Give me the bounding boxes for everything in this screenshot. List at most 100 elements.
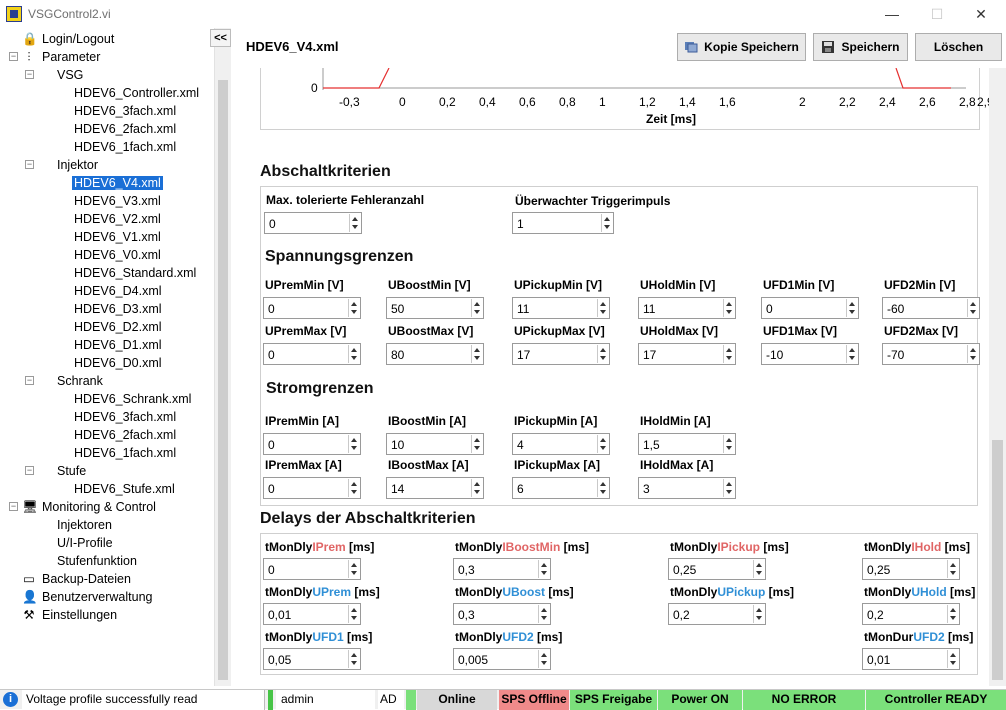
spannung-min-3-input[interactable]: 11 xyxy=(638,297,736,319)
tree-item[interactable]: HDEV6_Schrank.xml xyxy=(72,390,193,408)
strom-min-2-input[interactable]: 4 xyxy=(512,433,610,455)
tree-item[interactable]: HDEV6_V3.xml xyxy=(72,192,163,210)
tree-item[interactable]: HDEV6_D2.xml xyxy=(72,318,164,336)
spannung-min-1-spinner[interactable] xyxy=(471,299,482,317)
tree-item[interactable]: VSG xyxy=(55,66,85,84)
spannung-min-4-spinner[interactable] xyxy=(846,299,857,317)
tree-scrollbar[interactable] xyxy=(214,28,231,686)
tree-item[interactable]: 👤 Benutzerverwaltung xyxy=(22,588,154,606)
spannung-min-3-spinner[interactable] xyxy=(723,299,734,317)
tree-item[interactable]: HDEV6_V2.xml xyxy=(72,210,163,228)
tree-item[interactable]: HDEV6_2fach.xml xyxy=(72,426,178,444)
tree-item[interactable]: HDEV6_1fach.xml xyxy=(72,138,178,156)
spannung-max-0-input[interactable]: 0 xyxy=(263,343,361,365)
strom-max-0-spinner[interactable] xyxy=(348,479,359,497)
copy-save-button[interactable]: Kopie Speichern xyxy=(677,33,806,61)
tree-item[interactable]: HDEV6_D0.xml xyxy=(72,354,164,372)
tree-item[interactable]: HDEV6_Standard.xml xyxy=(72,264,198,282)
tree-collapse-icon[interactable]: − xyxy=(9,502,18,511)
delay-row1-3-input[interactable]: 0,25 xyxy=(862,558,960,580)
tree-collapse-icon[interactable]: − xyxy=(9,52,18,61)
delay-spinner[interactable] xyxy=(947,605,958,623)
delay-row1-1-input[interactable]: 0,3 xyxy=(453,558,551,580)
close-button[interactable]: ✕ xyxy=(968,4,994,24)
strom-min-3-spinner[interactable] xyxy=(723,435,734,453)
tree-item[interactable]: HDEV6_3fach.xml xyxy=(72,102,178,120)
strom-min-0-spinner[interactable] xyxy=(348,435,359,453)
content-scrollbar-thumb[interactable] xyxy=(992,440,1003,680)
strom-min-1-input[interactable]: 10 xyxy=(386,433,484,455)
tree-item[interactable]: Injektor xyxy=(55,156,100,174)
delay-row2-0-input[interactable]: 0,01 xyxy=(263,603,361,625)
delay-row1-2-input[interactable]: 0,25 xyxy=(668,558,766,580)
tree-item[interactable]: HDEV6_Controller.xml xyxy=(72,84,201,102)
save-button[interactable]: Speichern xyxy=(813,33,908,61)
spannung-min-1-input[interactable]: 50 xyxy=(386,297,484,319)
trigger-spinner[interactable] xyxy=(601,214,612,232)
spannung-max-4-input[interactable]: -10 xyxy=(761,343,859,365)
strom-max-1-input[interactable]: 14 xyxy=(386,477,484,499)
delay-spinner[interactable] xyxy=(947,560,958,578)
strom-max-1-spinner[interactable] xyxy=(471,479,482,497)
delay-row2-2-input[interactable]: 0,2 xyxy=(668,603,766,625)
tree-collapse-icon[interactable]: − xyxy=(25,466,34,475)
strom-min-1-spinner[interactable] xyxy=(471,435,482,453)
tree-scrollbar-thumb[interactable] xyxy=(218,80,228,680)
tree-collapse-icon[interactable]: − xyxy=(25,70,34,79)
delay-spinner[interactable] xyxy=(753,605,764,623)
strom-min-0-input[interactable]: 0 xyxy=(263,433,361,455)
tree-item[interactable]: HDEV6_Stufe.xml xyxy=(72,480,177,498)
spannung-max-3-spinner[interactable] xyxy=(723,345,734,363)
maximize-button[interactable]: ☐ xyxy=(924,4,950,24)
spannung-min-0-spinner[interactable] xyxy=(348,299,359,317)
tree-item[interactable]: HDEV6_D4.xml xyxy=(72,282,164,300)
spannung-min-2-spinner[interactable] xyxy=(597,299,608,317)
navigation-tree[interactable]: 🔒 Login/Logout ⫶ Parameter − VSG − HDEV6_Contro… xyxy=(0,28,214,686)
tree-item[interactable]: HDEV6_V1.xml xyxy=(72,228,163,246)
tree-item[interactable]: ⫶ Parameter xyxy=(22,48,102,66)
delay-spinner[interactable] xyxy=(348,560,359,578)
delay-spinner[interactable] xyxy=(538,560,549,578)
tree-item[interactable]: Stufenfunktion xyxy=(55,552,139,570)
delay-row1-0-input[interactable]: 0 xyxy=(263,558,361,580)
content-scrollbar[interactable] xyxy=(989,68,1006,686)
tree-item[interactable]: HDEV6_D1.xml xyxy=(72,336,164,354)
tree-item[interactable]: Schrank xyxy=(55,372,105,390)
tree-item[interactable]: 🖥 Monitoring & Control xyxy=(22,498,158,516)
tree-collapse-icon[interactable]: − xyxy=(25,160,34,169)
spannung-max-5-input[interactable]: -70 xyxy=(882,343,980,365)
spannung-min-4-input[interactable]: 0 xyxy=(761,297,859,319)
tree-item[interactable]: HDEV6_2fach.xml xyxy=(72,120,178,138)
delay-row3-1-input[interactable]: 0,005 xyxy=(453,648,551,670)
delay-row2-1-input[interactable]: 0,3 xyxy=(453,603,551,625)
strom-min-3-input[interactable]: 1,5 xyxy=(638,433,736,455)
tree-item[interactable]: ⚒ Einstellungen xyxy=(22,606,119,624)
delay-spinner[interactable] xyxy=(348,605,359,623)
delay-row2-3-input[interactable]: 0,2 xyxy=(862,603,960,625)
tree-item[interactable]: 🔒 Login/Logout xyxy=(22,30,116,48)
spannung-max-3-input[interactable]: 17 xyxy=(638,343,736,365)
delay-row3-0-input[interactable]: 0,05 xyxy=(263,648,361,670)
tree-item[interactable]: Stufe xyxy=(55,462,88,480)
tree-item[interactable]: HDEV6_V4.xml xyxy=(72,174,163,192)
delay-spinner[interactable] xyxy=(538,605,549,623)
delay-spinner[interactable] xyxy=(947,650,958,668)
spannung-min-5-spinner[interactable] xyxy=(967,299,978,317)
collapse-tree-button[interactable]: << xyxy=(210,29,231,47)
trigger-input[interactable]: 1 xyxy=(512,212,614,234)
strom-max-2-input[interactable]: 6 xyxy=(512,477,610,499)
strom-max-3-spinner[interactable] xyxy=(723,479,734,497)
delete-button[interactable]: Löschen xyxy=(915,33,1002,61)
tree-item[interactable]: HDEV6_1fach.xml xyxy=(72,444,178,462)
tree-item[interactable]: HDEV6_3fach.xml xyxy=(72,408,178,426)
max-errors-input[interactable]: 0 xyxy=(264,212,362,234)
tree-collapse-icon[interactable]: − xyxy=(25,376,34,385)
strom-max-0-input[interactable]: 0 xyxy=(263,477,361,499)
delay-spinner[interactable] xyxy=(753,560,764,578)
spannung-max-1-spinner[interactable] xyxy=(471,345,482,363)
spannung-max-2-spinner[interactable] xyxy=(597,345,608,363)
spannung-min-5-input[interactable]: -60 xyxy=(882,297,980,319)
tree-item[interactable]: Injektoren xyxy=(55,516,114,534)
delay-spinner[interactable] xyxy=(538,650,549,668)
delay-spinner[interactable] xyxy=(348,650,359,668)
